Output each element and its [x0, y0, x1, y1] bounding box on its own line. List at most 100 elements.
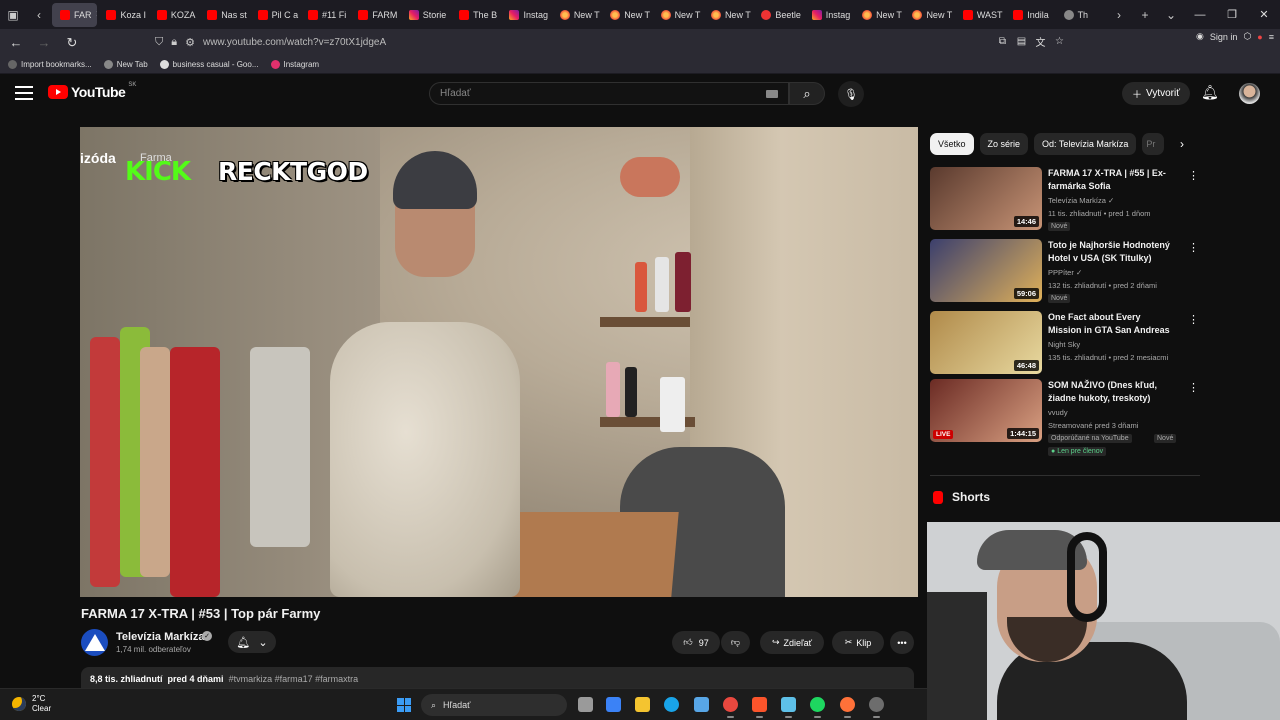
- browser-tab[interactable]: Pil C a: [250, 3, 299, 27]
- taskbar-search[interactable]: ⌕ Hľadať: [421, 694, 567, 716]
- like-button[interactable]: 👍︎ 97: [672, 631, 720, 654]
- channel-name[interactable]: Televízia Markíza: [116, 631, 204, 643]
- dislike-button[interactable]: 👎︎: [721, 631, 750, 654]
- share-button[interactable]: ↪ Zdieľať: [760, 631, 824, 654]
- create-button[interactable]: ＋ Vytvoriť: [1122, 82, 1190, 105]
- tab-scroll-right-icon[interactable]: ›: [1106, 0, 1132, 29]
- forward-icon[interactable]: →: [32, 31, 56, 55]
- notepad-icon[interactable]: [781, 697, 796, 718]
- browser-tab[interactable]: The B: [451, 3, 500, 27]
- browser-tab[interactable]: FAR ✕: [52, 2, 98, 27]
- more-actions-button[interactable]: •••: [890, 631, 914, 654]
- shield-icon[interactable]: ⛉: [155, 36, 163, 49]
- video-player[interactable]: izóda Farma KICK RECKTGOD: [80, 127, 918, 597]
- account-icon[interactable]: ◉: [1196, 31, 1204, 42]
- translate-icon[interactable]: 文: [1033, 34, 1048, 49]
- weather-widget[interactable]: 2°C Clear: [12, 694, 51, 714]
- menu-icon[interactable]: ≡: [1269, 32, 1274, 42]
- voice-search-button[interactable]: 🎙︎: [838, 81, 864, 107]
- browser-tab[interactable]: New T: [552, 3, 601, 27]
- recommended-video-title[interactable]: SOM NAŽIVO (Dnes kľud, žiadne hukoty, tr…: [1048, 379, 1176, 405]
- permissions-icon[interactable]: ⚙: [185, 36, 195, 49]
- subscribed-button[interactable]: 🔔︎ ⌄: [228, 631, 276, 653]
- browser-tab[interactable]: Instag: [804, 3, 853, 27]
- bookmark-star-icon[interactable]: ☆: [1052, 34, 1067, 49]
- picture-in-picture-icon[interactable]: ⧉: [995, 34, 1010, 49]
- recommended-video[interactable]: 59:06 Toto je Najhoršie Hodnotený Hotel v…: [930, 239, 1200, 305]
- recommended-channel[interactable]: PPPíter ✓: [1048, 267, 1082, 278]
- browser-tab[interactable]: New T: [904, 3, 953, 27]
- recommended-video[interactable]: 46:48 One Fact about Every Mission in GTA…: [930, 311, 1200, 377]
- spotify-icon[interactable]: [810, 697, 825, 718]
- reader-view-icon[interactable]: ▤: [1014, 34, 1029, 49]
- tab-scroll-left-icon[interactable]: ‹: [26, 0, 52, 29]
- video-thumbnail[interactable]: 46:48: [930, 311, 1042, 374]
- url-text[interactable]: www.youtube.com/watch?v=z70tX1jdgeA: [203, 37, 386, 48]
- bookmark-item[interactable]: business casual - Goo...: [159, 60, 259, 69]
- search-input[interactable]: Hľadať: [429, 82, 789, 105]
- browser-tab[interactable]: Instag: [501, 3, 550, 27]
- task-view-icon[interactable]: [578, 697, 593, 712]
- video-thumbnail[interactable]: 14:46: [930, 167, 1042, 230]
- bookmark-item[interactable]: Instagram: [270, 60, 319, 69]
- minimize-icon[interactable]: —: [1184, 0, 1216, 29]
- brave-icon[interactable]: [752, 697, 767, 718]
- browser-tab[interactable]: KOZA: [149, 3, 198, 27]
- more-vertical-icon[interactable]: ⋮: [1188, 169, 1199, 182]
- back-icon[interactable]: ←: [4, 31, 28, 55]
- browser-tab[interactable]: New T: [653, 3, 702, 27]
- more-vertical-icon[interactable]: ⋮: [1188, 241, 1199, 254]
- explorer-icon[interactable]: [635, 697, 650, 712]
- recommended-video[interactable]: 14:46 FARMA 17 X-TRA | #55 | Ex-farmárka …: [930, 167, 1200, 233]
- browser-tab[interactable]: New T: [602, 3, 651, 27]
- photos-icon[interactable]: [694, 697, 709, 712]
- new-tab-icon[interactable]: +: [1132, 0, 1158, 29]
- browser-tab[interactable]: New T: [854, 3, 903, 27]
- firefox-icon[interactable]: [840, 697, 855, 718]
- more-vertical-icon[interactable]: ⋮: [1188, 381, 1199, 394]
- extension-badge-icon[interactable]: ●: [1257, 32, 1262, 42]
- close-tab-icon[interactable]: ✕: [96, 9, 98, 20]
- filter-chip[interactable]: Od: Televízia Markíza: [1034, 133, 1137, 155]
- chevron-right-icon[interactable]: ›: [1174, 136, 1190, 152]
- browser-tab[interactable]: #11 Fi: [300, 3, 349, 27]
- recommended-channel[interactable]: Night Sky: [1048, 339, 1080, 350]
- windows-start-icon[interactable]: [397, 698, 411, 712]
- address-bar[interactable]: ⛉ 🔒︎ ⚙ www.youtube.com/watch?v=z70tX1jdg…: [155, 32, 1075, 53]
- browser-tab[interactable]: FARM: [350, 3, 399, 27]
- recommended-video[interactable]: LIVE 1:44:15 SOM NAŽIVO (Dnes kľud, žiadne…: [930, 379, 1200, 456]
- avatar[interactable]: [1239, 83, 1260, 104]
- bookmark-item[interactable]: Import bookmarks...: [8, 60, 92, 69]
- browser-tab[interactable]: Nas st: [199, 3, 248, 27]
- obs-icon[interactable]: [869, 697, 884, 718]
- channel-avatar[interactable]: [81, 629, 108, 656]
- browser-tab[interactable]: Th: [1056, 3, 1105, 27]
- store-icon[interactable]: [606, 697, 621, 712]
- youtube-logo[interactable]: YouTube SK: [48, 82, 136, 100]
- browser-tab[interactable]: WAST: [955, 3, 1004, 27]
- filter-chip[interactable]: Zo série: [979, 133, 1029, 155]
- description-box[interactable]: 8,8 tis. zhliadnutí pred 4 dňami #tvmark…: [81, 667, 914, 689]
- recommended-channel[interactable]: vvudy: [1048, 407, 1068, 418]
- maximize-icon[interactable]: ❐: [1216, 0, 1248, 29]
- hashtags[interactable]: #tvmarkiza #farma17 #farmaxtra: [229, 674, 359, 684]
- sign-in-button[interactable]: Sign in: [1210, 32, 1238, 42]
- browser-tab[interactable]: Beetle: [753, 3, 802, 27]
- video-thumbnail[interactable]: LIVE 1:44:15: [930, 379, 1042, 442]
- chrome-icon[interactable]: [723, 697, 738, 718]
- hamburger-menu-icon[interactable]: [15, 86, 33, 100]
- recommended-video-title[interactable]: One Fact about Every Mission in GTA San …: [1048, 311, 1176, 337]
- recommended-video-title[interactable]: FARMA 17 X-TRA | #55 | Ex-farmárka Sofia: [1048, 167, 1176, 193]
- edge-icon[interactable]: [664, 697, 679, 712]
- extensions-icon[interactable]: ⬡: [1243, 31, 1251, 42]
- lock-icon[interactable]: 🔒︎: [171, 36, 177, 49]
- keyboard-icon[interactable]: [766, 90, 778, 98]
- more-vertical-icon[interactable]: ⋮: [1188, 313, 1199, 326]
- reload-icon[interactable]: ↻: [60, 31, 84, 55]
- bookmark-item[interactable]: New Tab: [103, 60, 148, 69]
- browser-tab[interactable]: Indila: [1005, 3, 1054, 27]
- close-window-icon[interactable]: ✕: [1248, 0, 1280, 29]
- video-thumbnail[interactable]: 59:06: [930, 239, 1042, 302]
- tab-list-icon[interactable]: ▣: [0, 0, 26, 29]
- browser-tab[interactable]: Storie: [401, 3, 450, 27]
